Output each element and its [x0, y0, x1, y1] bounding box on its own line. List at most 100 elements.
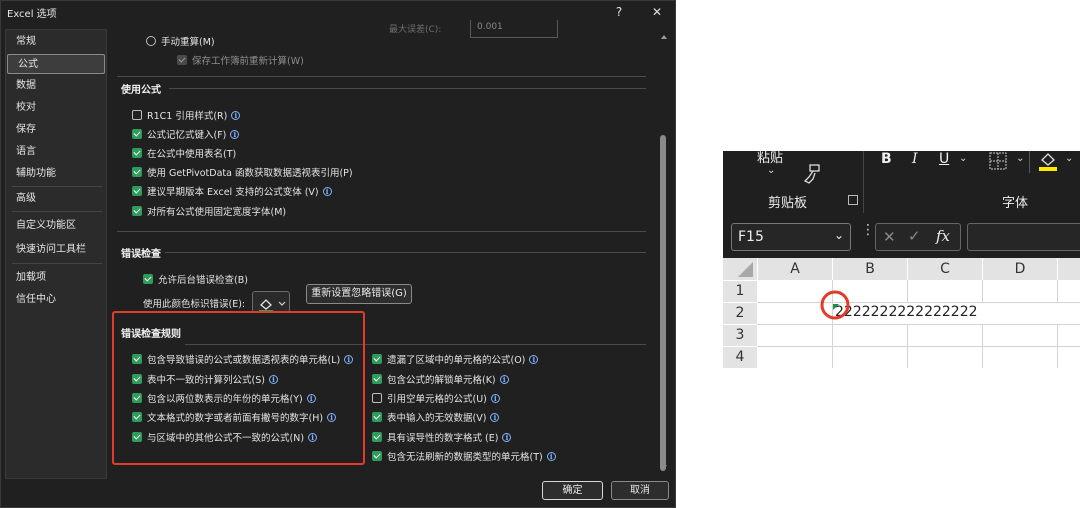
borders-icon[interactable]	[988, 151, 1010, 171]
checkbox[interactable]	[372, 451, 382, 461]
row-header[interactable]: 2	[723, 303, 757, 324]
title-bar: Excel 选项 ? ✕	[1, 1, 677, 23]
cell-b2[interactable]: 2222222222222222	[835, 304, 978, 320]
rule-option[interactable]: 包含无法刷新的数据类型的单元格(T) i	[372, 448, 556, 464]
excel-options-dialog: Excel 选项 ? ✕ 常规 公式 数据 校对 保存 语言 辅助功能 高级 自…	[0, 0, 676, 508]
nav-item-proofing[interactable]: 校对	[6, 98, 106, 118]
nav-item-advanced[interactable]: 高级	[6, 189, 106, 209]
error-indicator-annotation	[820, 290, 850, 320]
info-icon: i	[529, 354, 539, 364]
rule-option[interactable]: 具有误导性的数字格式 (E) i	[372, 429, 512, 445]
formula-option[interactable]: R1C1 引用样式(R) i	[132, 107, 241, 123]
info-icon: i	[230, 129, 240, 139]
italic-button[interactable]: I	[912, 151, 918, 167]
checkbox[interactable]	[372, 432, 382, 442]
save-before-option[interactable]: 保存工作簿前重新计算(W)	[177, 52, 304, 68]
column-header[interactable]: B	[833, 258, 907, 280]
checkbox[interactable]	[143, 274, 153, 284]
option-label: 在公式中使用表名(T)	[147, 149, 237, 160]
underline-dropdown-icon[interactable]: ⌄	[959, 153, 967, 164]
name-box[interactable]: F15 ⌄	[731, 223, 851, 251]
option-label: 包含公式的解锁单元格(K)	[387, 375, 496, 386]
help-button[interactable]: ?	[609, 3, 629, 21]
fill-dropdown-icon[interactable]: ⌄	[1065, 153, 1073, 164]
scrollbar-thumb[interactable]	[660, 135, 666, 471]
option-label: 允许后台错误检查(B)	[158, 275, 248, 286]
bold-button[interactable]: B	[881, 151, 892, 167]
checkbox[interactable]	[132, 186, 142, 196]
nav-item-customize-ribbon[interactable]: 自定义功能区	[6, 216, 106, 236]
formula-controls: ✕ ✓ fx	[875, 223, 961, 251]
dialog-launcher-icon[interactable]	[848, 195, 858, 205]
nav-item-accessibility[interactable]: 辅助功能	[6, 164, 106, 184]
formula-option[interactable]: 在公式中使用表名(T)	[132, 145, 236, 161]
nav-item-language[interactable]: 语言	[6, 142, 106, 162]
select-all-corner[interactable]	[723, 258, 757, 280]
manual-recalc-option[interactable]: 手动重算(M)	[146, 33, 215, 49]
cancel-button[interactable]: 取消	[611, 481, 669, 500]
options-nav: 常规 公式 数据 校对 保存 语言 辅助功能 高级 自定义功能区 快速访问工具栏…	[5, 29, 107, 479]
cancel-entry-icon[interactable]: ✕	[883, 228, 896, 246]
reset-ignored-errors-button[interactable]: 重新设置忽略错误(G)	[306, 284, 412, 304]
nav-item-data[interactable]: 数据	[6, 76, 106, 96]
column-header[interactable]: A	[758, 258, 832, 280]
save-before-checkbox[interactable]	[177, 55, 187, 65]
row-header[interactable]: 3	[723, 325, 757, 346]
ok-button[interactable]: 确定	[542, 481, 603, 500]
confirm-entry-icon[interactable]: ✓	[908, 227, 921, 245]
paste-label[interactable]: 粘贴	[757, 147, 783, 166]
checkbox[interactable]	[132, 167, 142, 177]
formula-option[interactable]: 使用 GetPivotData 函数获取数据透视表引用(P)	[132, 164, 353, 180]
paste-dropdown-icon[interactable]: ⌄	[767, 165, 775, 176]
borders-dropdown-icon[interactable]: ⌄	[1016, 153, 1024, 164]
dialog-title: Excel 选项	[7, 9, 57, 20]
checkbox[interactable]	[372, 412, 382, 422]
column-header[interactable]	[1058, 258, 1080, 280]
checkbox[interactable]	[132, 110, 142, 120]
error-color-picker[interactable]	[252, 291, 290, 313]
checkbox[interactable]	[132, 148, 142, 158]
rule-option[interactable]: 表中输入的无效数据(V) i	[372, 409, 500, 425]
gridline	[907, 324, 908, 368]
name-box-dropdown-icon[interactable]: ⌄	[834, 228, 844, 242]
heading-rule	[165, 252, 646, 253]
row-header[interactable]: 4	[723, 347, 757, 368]
vertical-scrollbar[interactable]	[658, 27, 670, 479]
enable-background-check-option[interactable]: 允许后台错误检查(B)	[143, 271, 248, 287]
column-header[interactable]: D	[983, 258, 1057, 280]
nav-item-quick-access[interactable]: 快速访问工具栏	[6, 240, 106, 260]
checkbox[interactable]	[132, 206, 142, 216]
rule-option[interactable]: 引用空单元格的公式(U) i	[372, 390, 500, 406]
rule-option[interactable]: 包含公式的解锁单元格(K) i	[372, 371, 509, 387]
underline-button[interactable]: U	[939, 151, 949, 167]
checkbox[interactable]	[372, 374, 382, 384]
divider	[117, 76, 646, 77]
close-button[interactable]: ✕	[647, 3, 667, 21]
separator	[1029, 151, 1030, 173]
nav-item-addins[interactable]: 加载项	[6, 268, 106, 288]
formula-option[interactable]: 公式记忆式键入(F) i	[132, 126, 240, 142]
nav-item-save[interactable]: 保存	[6, 120, 106, 140]
nav-item-trust-center[interactable]: 信任中心	[6, 290, 106, 310]
nav-item-formulas[interactable]: 公式	[7, 54, 105, 74]
nav-divider	[12, 211, 102, 212]
formula-option[interactable]: 建议早期版本 Excel 支持的公式变体 (V) i	[132, 183, 332, 199]
gridline	[1057, 324, 1058, 368]
manual-recalc-radio[interactable]	[146, 36, 156, 46]
rule-option[interactable]: 遗漏了区域中的单元格的公式(O) i	[372, 351, 539, 367]
format-painter-icon[interactable]	[801, 163, 823, 185]
insert-function-icon[interactable]: fx	[936, 227, 950, 245]
ribbon: 粘贴 ⌄ 剪贴板 B I U ⌄ ⌄ ⌄ 字体	[723, 151, 1080, 219]
checkbox[interactable]	[372, 393, 382, 403]
fill-color-icon[interactable]	[1037, 151, 1059, 173]
more-icon[interactable]: ⋮	[861, 223, 875, 237]
formula-option[interactable]: 对所有公式使用固定宽度字体(M)	[132, 203, 286, 219]
nav-item-general[interactable]: 常规	[6, 32, 106, 52]
column-header[interactable]: C	[908, 258, 982, 280]
checkbox[interactable]	[132, 129, 142, 139]
formula-input[interactable]	[967, 223, 1080, 251]
max-change-input[interactable]: 0.001	[470, 20, 558, 38]
info-icon: i	[322, 186, 332, 196]
row-header[interactable]: 1	[723, 281, 757, 302]
checkbox[interactable]	[372, 354, 382, 364]
